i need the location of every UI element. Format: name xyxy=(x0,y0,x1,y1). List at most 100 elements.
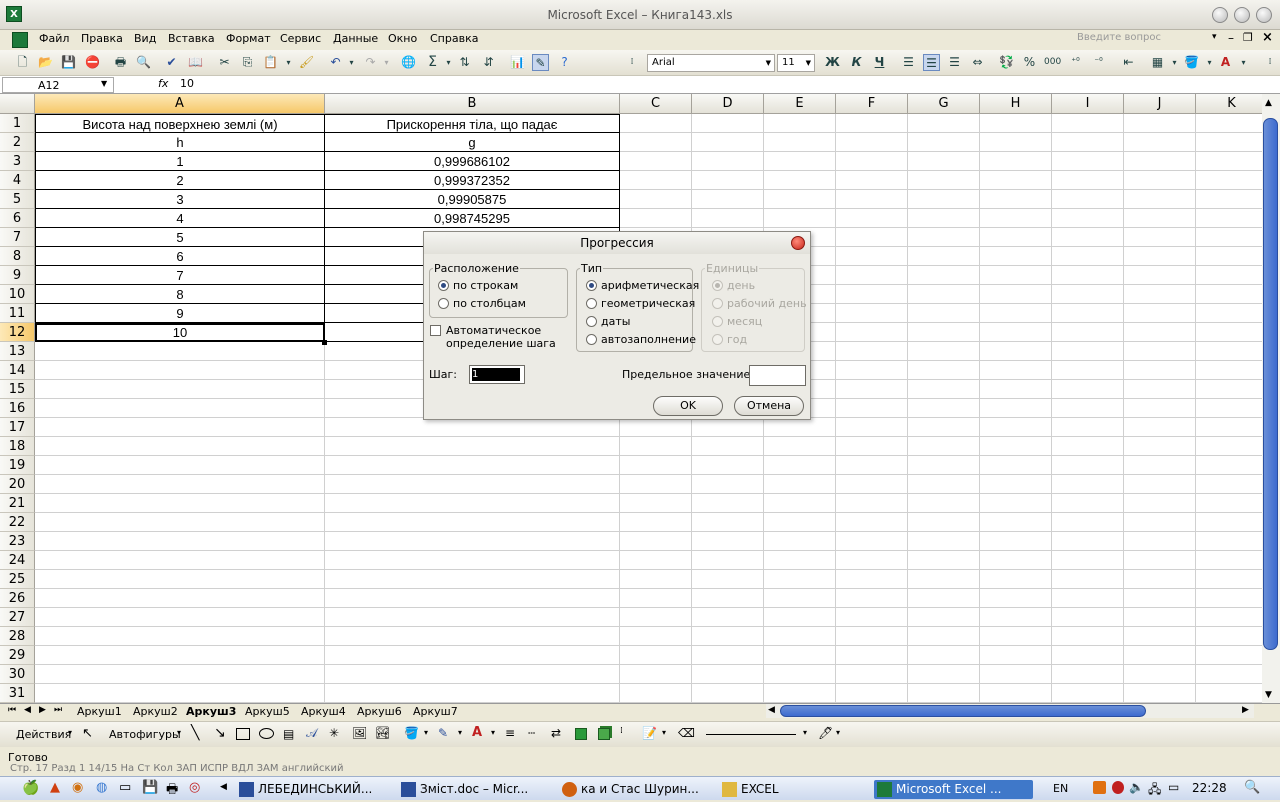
row-header[interactable]: 5 xyxy=(0,190,35,209)
formula-input[interactable]: 10 xyxy=(180,77,194,90)
row-header[interactable]: 19 xyxy=(0,456,35,475)
row-header[interactable]: 24 xyxy=(0,551,35,570)
line-weight-select[interactable] xyxy=(706,734,796,735)
horizontal-scroll-thumb[interactable] xyxy=(780,705,1146,717)
sheet-tab-active[interactable]: Аркуш3 xyxy=(186,705,236,718)
launcher-icon[interactable]: ▲ xyxy=(50,780,60,795)
volume-icon[interactable]: 🔈 xyxy=(1129,780,1144,794)
menu-format[interactable]: Формат xyxy=(224,32,273,45)
column-header-k[interactable]: K xyxy=(1196,94,1262,114)
row-header[interactable]: 31 xyxy=(0,684,35,703)
line-style-icon[interactable]: ≡ xyxy=(505,726,515,740)
column-header-g[interactable]: G xyxy=(908,94,980,114)
actions-menu[interactable]: Действия xyxy=(16,728,71,741)
printer-icon[interactable]: 🖶 xyxy=(166,780,178,802)
chevron-down-icon[interactable]: ▾ xyxy=(662,728,666,737)
dash-style-icon[interactable]: ┄ xyxy=(528,726,535,740)
oval-tool-icon[interactable] xyxy=(259,728,274,739)
row-header[interactable]: 29 xyxy=(0,646,35,665)
copy-icon[interactable]: ⎘ xyxy=(239,54,256,71)
cell-a8[interactable]: 6 xyxy=(35,247,325,266)
row-header[interactable]: 12 xyxy=(0,323,35,342)
fill-color-icon[interactable]: 🪣 xyxy=(1183,54,1200,71)
doc-close-icon[interactable]: × xyxy=(1262,30,1273,45)
3d-style-icon[interactable] xyxy=(598,728,610,740)
scroll-left-icon[interactable]: ◀ xyxy=(768,705,775,715)
ok-button[interactable]: OK xyxy=(653,396,723,416)
bold-button[interactable]: Ж xyxy=(824,54,841,71)
row-header[interactable]: 16 xyxy=(0,399,35,418)
name-box[interactable]: A12 xyxy=(2,77,114,93)
firefox-icon[interactable]: ◉ xyxy=(72,780,83,795)
column-header-f[interactable]: F xyxy=(836,94,908,114)
tray-app-icon[interactable] xyxy=(1093,781,1106,794)
arrow-style-icon[interactable]: ⇄ xyxy=(551,726,561,740)
office-help-icon[interactable]: ? xyxy=(556,54,573,71)
row-header[interactable]: 14 xyxy=(0,361,35,380)
italic-button[interactable]: К xyxy=(848,54,865,71)
row-header[interactable]: 21 xyxy=(0,494,35,513)
units-month-radio[interactable]: месяц xyxy=(712,315,762,328)
row-header[interactable]: 28 xyxy=(0,627,35,646)
cell-b5[interactable]: 0,99905875 xyxy=(325,190,620,209)
column-header-h[interactable]: H xyxy=(980,94,1052,114)
format-painter-icon[interactable]: 🖌 xyxy=(298,54,315,71)
cell-a3[interactable]: 1 xyxy=(35,152,325,171)
open-folder-icon[interactable]: 📂 xyxy=(37,54,54,71)
cell-a4[interactable]: 2 xyxy=(35,171,325,190)
files-icon[interactable]: ▭ xyxy=(119,780,131,795)
row-header[interactable]: 15 xyxy=(0,380,35,399)
column-header-e[interactable]: E xyxy=(764,94,836,114)
cell-b6[interactable]: 0,998745295 xyxy=(325,209,620,228)
units-year-radio[interactable]: год xyxy=(712,333,747,346)
type-autofill-radio[interactable]: автозаполнение xyxy=(586,333,696,346)
align-left-icon[interactable]: ☰ xyxy=(900,54,917,71)
diagram-icon[interactable]: ✳ xyxy=(329,726,339,740)
column-header-d[interactable]: D xyxy=(692,94,764,114)
menu-insert[interactable]: Вставка xyxy=(166,32,217,45)
help-question-input[interactable]: Введите вопрос xyxy=(1074,31,1226,47)
chart-wizard-icon[interactable]: 📊 xyxy=(509,54,526,71)
permission-icon[interactable]: ⛔ xyxy=(84,54,101,71)
doc-minimize-icon[interactable]: – xyxy=(1228,31,1234,45)
cell-a2[interactable]: h xyxy=(35,133,325,152)
opera-icon[interactable]: ◎ xyxy=(189,780,200,795)
sheet-tab[interactable]: Аркуш6 xyxy=(357,705,402,718)
name-box-dropdown-icon[interactable]: ▼ xyxy=(101,79,107,88)
chevron-down-icon[interactable]: ▾ xyxy=(424,728,428,737)
paste-icon[interactable]: 📋 xyxy=(262,54,279,71)
row-header[interactable]: 22 xyxy=(0,513,35,532)
line-tool-icon[interactable]: ╲ xyxy=(191,725,199,741)
cell-a12-active[interactable]: 10 xyxy=(35,323,325,342)
row-header[interactable]: 23 xyxy=(0,532,35,551)
row-header[interactable]: 9 xyxy=(0,266,35,285)
help-dropdown-arrow-icon[interactable]: ▾ xyxy=(1212,32,1217,42)
underline-button[interactable]: Ч xyxy=(871,54,888,71)
sheet-tab[interactable]: Аркуш2 xyxy=(133,705,178,718)
row-header[interactable]: 25 xyxy=(0,570,35,589)
sheet-tab[interactable]: Аркуш4 xyxy=(301,705,346,718)
task-item[interactable]: ка и Стас Шурин... xyxy=(559,780,703,799)
tray-app-icon[interactable] xyxy=(1112,781,1124,794)
workbook-icon[interactable] xyxy=(12,32,28,48)
step-input[interactable]: 1 xyxy=(469,365,525,384)
research-icon[interactable]: 📖 xyxy=(187,54,204,71)
font-name-select[interactable]: Arial ▼ xyxy=(647,54,775,72)
chevron-down-icon[interactable]: ▾ xyxy=(458,728,462,737)
new-doc-icon[interactable]: 🗋 xyxy=(14,54,31,71)
font-color-icon[interactable]: A xyxy=(1217,54,1234,71)
autosum-icon[interactable]: Σ xyxy=(424,54,441,71)
menu-view[interactable]: Вид xyxy=(132,32,158,45)
battery-icon[interactable]: ▭ xyxy=(1168,780,1179,794)
font-color-dropdown-icon[interactable]: ▾ xyxy=(1235,54,1252,71)
row-header[interactable]: 27 xyxy=(0,608,35,627)
autoshapes-menu[interactable]: Автофигуры xyxy=(109,728,181,741)
minimize-button[interactable] xyxy=(1212,7,1228,23)
prev-sheet-icon[interactable]: ◀ xyxy=(24,705,31,715)
menu-edit[interactable]: Правка xyxy=(79,32,125,45)
task-item[interactable]: ЛЕБЕДИНСЬКИЙ... xyxy=(236,780,376,799)
toolbar-options-icon[interactable]: ⁞ xyxy=(1265,54,1275,71)
menu-help[interactable]: Справка xyxy=(428,32,480,45)
layout-rows-radio[interactable]: по строкам xyxy=(438,279,518,292)
browser-icon[interactable]: ◍ xyxy=(96,780,107,795)
